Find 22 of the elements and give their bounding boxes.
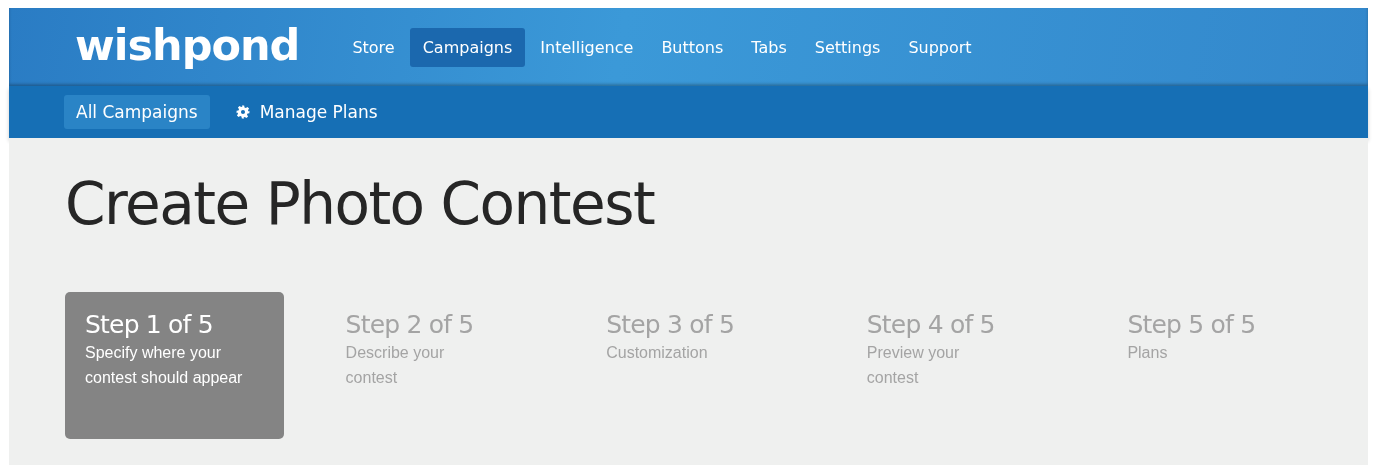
sub-nav-link[interactable]: Manage Plans <box>223 95 390 129</box>
step-label: Step 3 of 5 <box>606 310 736 340</box>
sub-nav-link[interactable]: All Campaigns <box>64 95 210 129</box>
step-label: Step 2 of 5 <box>345 310 475 340</box>
nav-link[interactable]: Store <box>339 27 408 67</box>
nav-link[interactable]: Support <box>895 27 985 67</box>
step-label: Step 5 of 5 <box>1127 310 1257 340</box>
step-description: Specify where your contest should appear <box>85 343 244 388</box>
nav-link[interactable]: Settings <box>801 27 894 67</box>
step-description: Describe your contest <box>345 343 446 388</box>
step-description: Plans <box>1127 343 1169 363</box>
step-description: Customization <box>606 343 709 363</box>
gear-icon <box>235 105 250 119</box>
step-label: Step 4 of 5 <box>866 310 996 340</box>
nav-link[interactable]: Campaigns <box>409 27 526 67</box>
nav-link[interactable]: Tabs <box>738 27 800 67</box>
nav-link[interactable]: Buttons <box>648 27 737 67</box>
brand-logo[interactable]: wishpond <box>75 20 300 70</box>
step-description: Preview your contest <box>866 343 961 388</box>
step-label: Step 1 of 5 <box>85 310 214 340</box>
page-title: Create Photo Contest <box>65 170 656 238</box>
nav-link[interactable]: Intelligence <box>527 27 647 67</box>
